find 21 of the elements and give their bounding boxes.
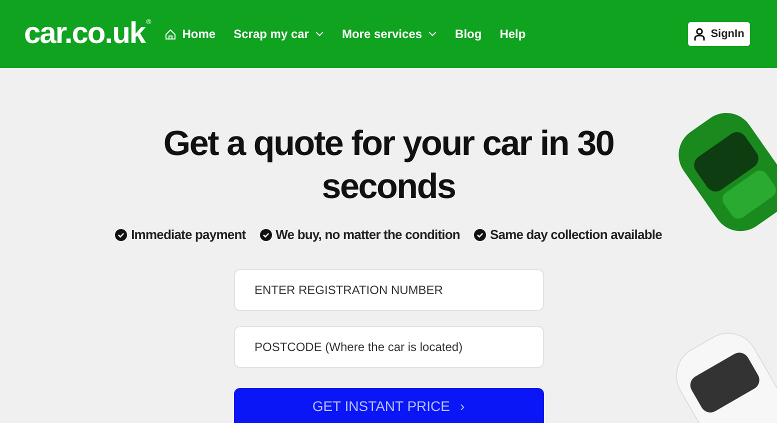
input-field[interactable]: POSTCODE (Where the car is located) xyxy=(234,326,544,368)
user-icon xyxy=(694,28,705,40)
nav-link[interactable]: Blog xyxy=(455,25,482,43)
benefit-text: Same day collection available xyxy=(490,226,662,244)
logo[interactable]: car.co.uk xyxy=(24,19,146,49)
input-field[interactable]: ENTER REGISTRATION NUMBER xyxy=(234,268,544,310)
benefit-text: We buy, no matter the condition xyxy=(276,226,460,244)
nav-link[interactable]: More services xyxy=(342,25,438,43)
benefit-text: Immediate payment xyxy=(131,226,246,244)
get-price-button[interactable]: GET INSTANT PRICE › xyxy=(234,388,544,423)
nav-link[interactable]: Help xyxy=(500,25,526,43)
chevron-down-icon xyxy=(428,31,438,37)
check-circle-icon xyxy=(474,228,486,241)
nav-link[interactable]: Scrap my car xyxy=(234,25,324,43)
home-icon xyxy=(165,28,176,40)
nav-link[interactable]: Home xyxy=(165,25,216,43)
chevron-down-icon xyxy=(314,31,324,37)
sign-in-button[interactable]: SignIn xyxy=(688,22,750,46)
check-circle-icon xyxy=(260,228,272,241)
check-circle-icon xyxy=(115,228,128,241)
headline: Get a quote for your car in 30 seconds xyxy=(162,123,615,208)
